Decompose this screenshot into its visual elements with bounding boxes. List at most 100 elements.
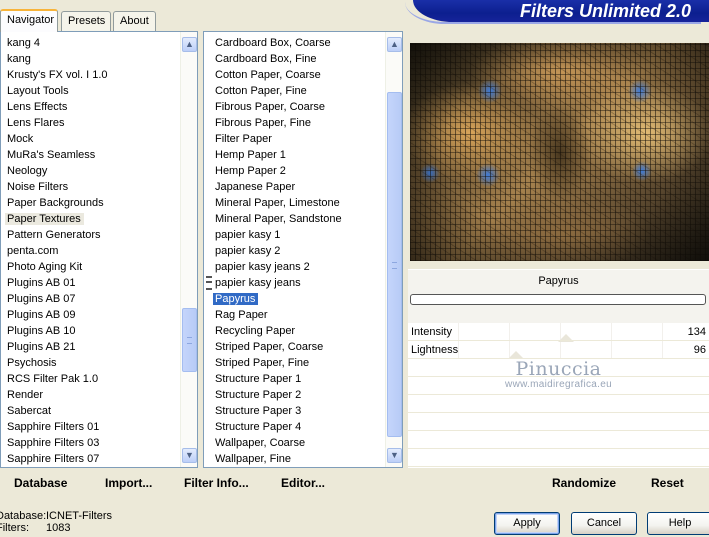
list-item[interactable]: Noise Filters (1, 179, 179, 195)
list-item[interactable]: Sapphire Filters 01 (1, 419, 179, 435)
list-item[interactable]: Sabercat (1, 403, 179, 419)
list-item[interactable]: Mineral Paper, Limestone (204, 195, 384, 211)
category-scrollbar[interactable]: ▲ ▼ (180, 32, 197, 467)
randomize-button[interactable]: Randomize (552, 476, 616, 490)
list-item[interactable]: Pattern Generators (1, 227, 179, 243)
list-item[interactable]: Hemp Paper 1 (204, 147, 384, 163)
app-title-banner: Filters Unlimited 2.0 (405, 0, 709, 24)
filter-scrollbar[interactable]: ▲ ▼ (385, 32, 402, 467)
param-label: Intensity (411, 326, 452, 338)
list-item[interactable]: Psychosis (1, 355, 179, 371)
list-item[interactable]: papier kasy 1 (204, 227, 384, 243)
list-item[interactable]: Striped Paper, Coarse (204, 339, 384, 355)
category-list[interactable]: kang 4 kang Krusty's FX vol. I 1.0 Layout T… (1, 35, 179, 467)
list-item[interactable]: MuRa's Seamless (1, 147, 179, 163)
list-item[interactable]: Filter Paper (204, 131, 384, 147)
list-item[interactable]: Wallpaper, Fine (204, 451, 384, 467)
filter-list[interactable]: Cardboard Box, Coarse Cardboard Box, Fine… (204, 35, 384, 467)
list-item[interactable]: Cardboard Box, Fine (204, 51, 384, 67)
list-item[interactable]: Sapphire Filters 03 (1, 435, 179, 451)
reset-button[interactable]: Reset (651, 476, 684, 490)
database-label: Database: (0, 510, 47, 522)
tab-about[interactable]: About (113, 11, 156, 31)
list-item-label: Hemp Paper 2 (215, 165, 286, 177)
help-button[interactable]: Help (647, 512, 709, 535)
list-item[interactable]: Cotton Paper, Coarse (204, 67, 384, 83)
editor-button[interactable]: Editor... (281, 476, 325, 490)
list-item[interactable]: Structure Paper 1 (204, 371, 384, 387)
database-value: ICNET-Filters (46, 510, 112, 522)
list-item[interactable]: penta.com (1, 243, 179, 259)
list-item[interactable]: Structure Paper 3 (204, 403, 384, 419)
list-item[interactable]: Mock (1, 131, 179, 147)
drag-grip-icon[interactable] (206, 276, 212, 290)
list-item[interactable]: papier kasy 2 (204, 243, 384, 259)
list-item[interactable]: Striped Paper, Fine (204, 355, 384, 371)
filter-info-button[interactable]: Filter Info... (184, 476, 249, 490)
scroll-thumb[interactable] (182, 308, 197, 372)
preview-image[interactable] (410, 43, 709, 261)
param-row-empty (408, 449, 709, 467)
list-item[interactable]: Sapphire Filters 07 (1, 451, 179, 467)
list-item-label: Hemp Paper 1 (215, 149, 286, 161)
list-item[interactable]: Neology (1, 163, 179, 179)
list-item-label: Fibrous Paper, Coarse (215, 101, 326, 113)
database-button[interactable]: Database (14, 476, 67, 490)
list-item[interactable]: Plugins AB 21 (1, 339, 179, 355)
list-item[interactable]: RCS Filter Pak 1.0 (1, 371, 179, 387)
list-item[interactable]: kang 4 (1, 35, 179, 51)
param-row-lightness[interactable]: Lightness 96 (408, 341, 709, 359)
list-item-label: Neology (7, 165, 48, 177)
import-button[interactable]: Import... (105, 476, 152, 490)
list-item-label: MuRa's Seamless (7, 149, 96, 161)
list-item-label: Lens Effects (7, 101, 68, 113)
param-row-intensity[interactable]: Intensity 134 (408, 323, 709, 341)
list-item[interactable]: Fibrous Paper, Coarse (204, 99, 384, 115)
list-item-label: Cotton Paper, Coarse (215, 69, 321, 81)
list-item[interactable]: Lens Flares (1, 115, 179, 131)
scroll-down-arrow-icon[interactable]: ▼ (182, 448, 197, 463)
list-item[interactable]: Plugins AB 09 (1, 307, 179, 323)
list-item[interactable]: Paper Backgrounds (1, 195, 179, 211)
list-item[interactable]: Paper Textures (1, 211, 179, 227)
list-item[interactable]: Rag Paper (204, 307, 384, 323)
list-item[interactable]: papier kasy jeans (204, 275, 384, 291)
scroll-thumb[interactable] (387, 92, 402, 437)
list-item[interactable]: Mineral Paper, Sandstone (204, 211, 384, 227)
scroll-up-arrow-icon[interactable]: ▲ (182, 37, 197, 52)
list-item-label: Wallpaper, Fine (215, 453, 292, 465)
list-item[interactable]: Structure Paper 2 (204, 387, 384, 403)
list-item[interactable]: Papyrus (204, 291, 384, 307)
list-item-label: Papyrus (213, 293, 259, 305)
status-info: Database:ICNET-Filters Filters: 1083 (0, 510, 112, 534)
list-item[interactable]: Render (1, 387, 179, 403)
list-item[interactable]: Wallpaper, Coarse (204, 435, 384, 451)
list-item[interactable]: kang (1, 51, 179, 67)
list-item[interactable]: Cardboard Box, Coarse (204, 35, 384, 51)
tab-navigator[interactable]: Navigator (0, 9, 58, 32)
list-item[interactable]: Photo Aging Kit (1, 259, 179, 275)
list-item[interactable]: Lens Effects (1, 99, 179, 115)
list-item[interactable]: Layout Tools (1, 83, 179, 99)
scroll-up-arrow-icon[interactable]: ▲ (387, 37, 402, 52)
list-item[interactable]: Fibrous Paper, Fine (204, 115, 384, 131)
list-item-label: Sapphire Filters 07 (7, 453, 100, 465)
list-item-label: papier kasy jeans 2 (215, 261, 310, 273)
list-item[interactable]: Japanese Paper (204, 179, 384, 195)
list-item[interactable]: Cotton Paper, Fine (204, 83, 384, 99)
list-item[interactable]: Krusty's FX vol. I 1.0 (1, 67, 179, 83)
tab-presets[interactable]: Presets (61, 11, 111, 31)
list-item[interactable]: Plugins AB 07 (1, 291, 179, 307)
cancel-button[interactable]: Cancel (571, 512, 637, 535)
list-item-label: Plugins AB 07 (7, 293, 76, 305)
list-item[interactable]: Plugins AB 01 (1, 275, 179, 291)
list-item[interactable]: Hemp Paper 2 (204, 163, 384, 179)
apply-button[interactable]: Apply (494, 512, 560, 535)
list-item[interactable]: papier kasy jeans 2 (204, 259, 384, 275)
list-item-label: Wallpaper, Coarse (215, 437, 306, 449)
list-item[interactable]: Plugins AB 10 (1, 323, 179, 339)
list-item[interactable]: Recycling Paper (204, 323, 384, 339)
list-item[interactable]: Structure Paper 4 (204, 419, 384, 435)
scroll-down-arrow-icon[interactable]: ▼ (387, 448, 402, 463)
list-item-label: Plugins AB 21 (7, 341, 76, 353)
